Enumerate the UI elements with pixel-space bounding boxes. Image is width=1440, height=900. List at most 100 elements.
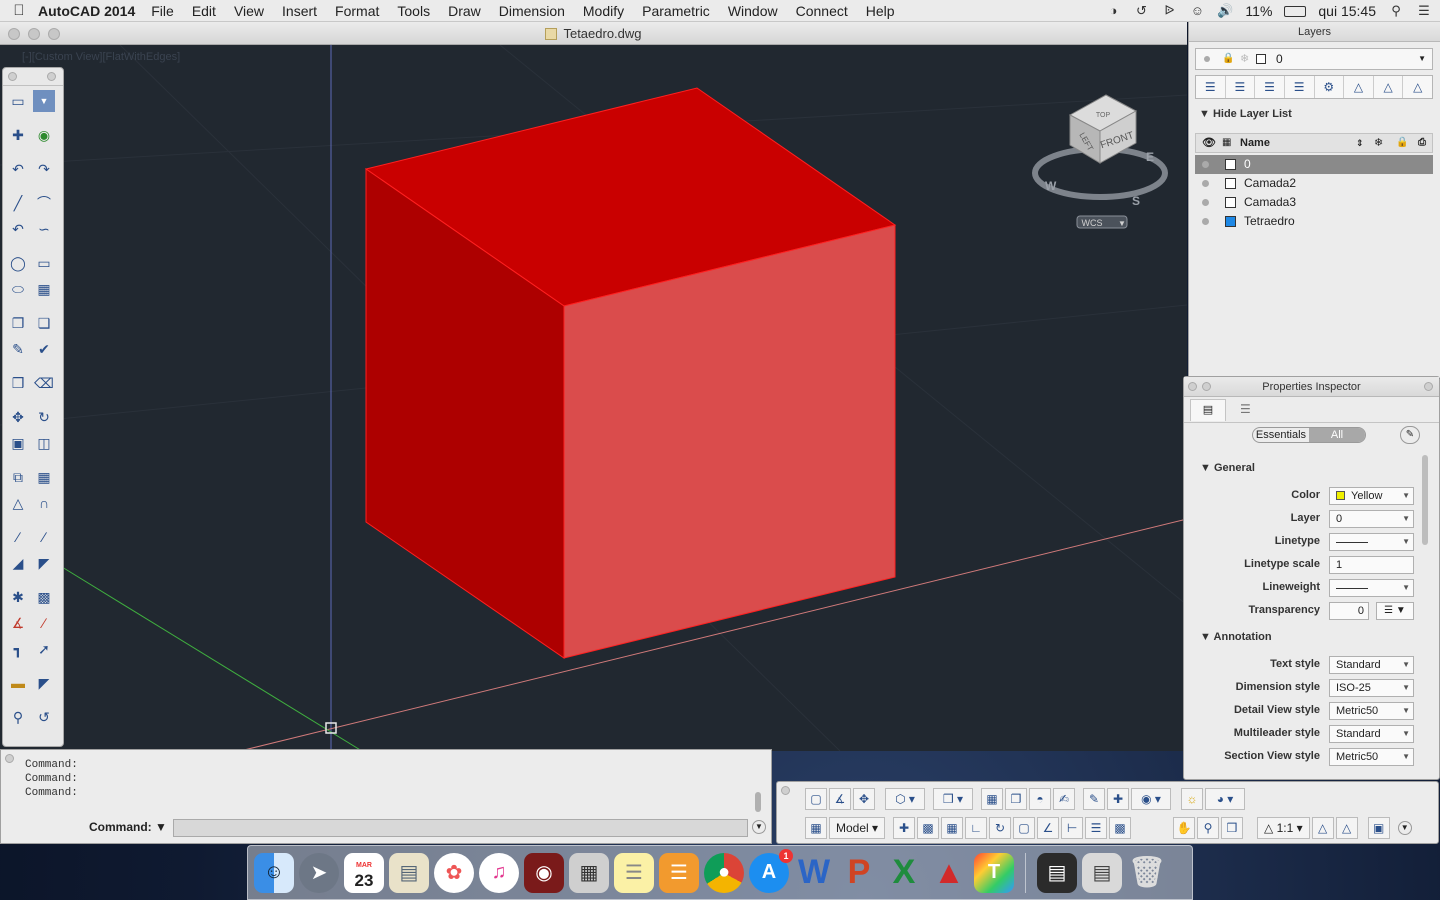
selection-mode-icon[interactable]: ▭ bbox=[7, 90, 29, 112]
detail-view-style-dropdown[interactable]: Metric50 ▼ bbox=[1329, 702, 1414, 720]
finder-icon[interactable]: ☺ bbox=[254, 852, 294, 893]
annotation-visibility-icon[interactable]: △ bbox=[1311, 817, 1334, 839]
array-icon[interactable]: ▦ bbox=[33, 466, 55, 488]
mirror-icon[interactable]: △ bbox=[7, 492, 29, 514]
3d-osnap-icon[interactable]: ∠ bbox=[1037, 817, 1060, 839]
scale-icon[interactable]: ▣ bbox=[7, 432, 29, 454]
dynamic-ucs-icon[interactable]: ⊢ bbox=[1061, 817, 1084, 839]
layer-copy-icon[interactable]: ❐ bbox=[1005, 788, 1027, 810]
shield-icon[interactable]: ◑ bbox=[1105, 4, 1121, 18]
apple-menu-icon[interactable]:  bbox=[0, 2, 38, 19]
ucs-axis-icon[interactable]: ∡ bbox=[829, 788, 851, 810]
app-menu[interactable]: AutoCAD 2014 bbox=[38, 3, 135, 19]
hide-layer-list-toggle[interactable]: ▼ Hide Layer List bbox=[1199, 108, 1292, 120]
drawing-viewport[interactable]: TOP FRONT LEFT W S E WCS ▼ [-][Custom Vi… bbox=[0, 45, 1187, 751]
command-window-expand-icon[interactable]: ▼ bbox=[752, 820, 766, 834]
lighting-icon[interactable]: ◕ ▾ bbox=[1205, 788, 1245, 810]
lock-column-icon[interactable]: 🔒 bbox=[1396, 134, 1408, 152]
photos-icon[interactable]: ✿ bbox=[434, 852, 474, 893]
panel-zoom-icon[interactable] bbox=[1424, 382, 1433, 391]
zoom-previous-icon[interactable]: ↺ bbox=[33, 706, 55, 728]
dimension-style-dropdown[interactable]: ISO-25 ▼ bbox=[1329, 679, 1414, 697]
status-more-icon[interactable]: ▼ bbox=[1397, 821, 1412, 835]
layer-row-tetraedro[interactable]: Tetraedro bbox=[1195, 212, 1433, 231]
layer-on-dot-icon[interactable] bbox=[1202, 218, 1209, 225]
3d-box-icon[interactable]: ❒ bbox=[7, 372, 29, 394]
linetype-scale-input[interactable]: 1 bbox=[1329, 556, 1414, 574]
notification-center-icon[interactable]: ☰ bbox=[1416, 4, 1432, 18]
menu-connect[interactable]: Connect bbox=[796, 3, 848, 19]
layer-color-swatch[interactable] bbox=[1225, 178, 1236, 189]
app-store-icon[interactable]: A1 bbox=[749, 848, 793, 893]
tab-properties-document-icon[interactable]: ▤ bbox=[1190, 399, 1226, 421]
line-tool-icon[interactable]: ╱ bbox=[7, 192, 29, 214]
preview-icon[interactable]: ▤ bbox=[389, 852, 429, 893]
itunes-icon[interactable]: ♫ bbox=[479, 852, 519, 893]
calendar-icon[interactable]: MAR 23 bbox=[344, 852, 384, 893]
block-icon[interactable]: ❐ bbox=[7, 312, 29, 334]
sort-chevron-icon[interactable]: ⇕ bbox=[1356, 134, 1364, 152]
powerpoint-icon[interactable]: P bbox=[839, 853, 879, 893]
layer-isolate-icon[interactable]: △ bbox=[1344, 76, 1374, 98]
zoom-window-button[interactable] bbox=[48, 28, 60, 40]
move-icon[interactable]: ✥ bbox=[7, 406, 29, 428]
measure-distance-icon[interactable]: ▬ bbox=[7, 672, 29, 694]
ellipse-tool-icon[interactable]: ⬭ bbox=[7, 278, 29, 300]
transparency-icon[interactable]: ▩ bbox=[1109, 817, 1132, 839]
chamfer-icon[interactable]: ◤ bbox=[33, 552, 55, 574]
aligned-dimension-icon[interactable]: ∕ bbox=[33, 612, 55, 634]
menu-view[interactable]: View bbox=[234, 3, 264, 19]
photo-booth-icon[interactable]: ◉ bbox=[524, 852, 564, 893]
battery-icon[interactable] bbox=[1284, 5, 1307, 17]
erase-icon[interactable]: ⌫ bbox=[33, 372, 55, 394]
transparency-options-dropdown[interactable]: ☰ ▼ bbox=[1376, 602, 1414, 620]
color-dropdown[interactable]: Yellow ▼ bbox=[1329, 487, 1414, 505]
launchpad-icon[interactable]: ➤ bbox=[299, 852, 339, 893]
view-icon[interactable]: ❒ ▾ bbox=[933, 788, 973, 810]
copy-icon[interactable]: ⧉ bbox=[7, 466, 29, 488]
segment-all[interactable]: All bbox=[1309, 428, 1365, 442]
stretch-icon[interactable]: ◫ bbox=[33, 432, 55, 454]
fullscreen-icon[interactable]: ▣ bbox=[1367, 817, 1390, 839]
visual-style-icon[interactable]: ⬡ ▾ bbox=[885, 788, 925, 810]
spotlight-search-icon[interactable]: ⚲ bbox=[1388, 4, 1404, 18]
object-snap-icon[interactable]: ▢ bbox=[1013, 817, 1036, 839]
layer-row-camada2[interactable]: Camada2 bbox=[1195, 174, 1433, 193]
chrome-icon[interactable]: ● bbox=[704, 852, 744, 893]
name-column-header[interactable]: Name bbox=[1240, 137, 1270, 149]
polyline-tool-icon[interactable]: ⌒ bbox=[33, 192, 55, 214]
trash-icon[interactable]: 🗑 bbox=[1127, 853, 1167, 893]
hatch-tool-icon[interactable]: ▦ bbox=[33, 278, 55, 300]
properties-scrollbar[interactable] bbox=[1422, 455, 1428, 545]
notes-icon[interactable]: ☰ bbox=[614, 852, 654, 893]
layer-color-swatch[interactable] bbox=[1225, 216, 1236, 227]
text-style-dropdown[interactable]: Standard ▼ bbox=[1329, 656, 1414, 674]
multileader-style-dropdown[interactable]: Standard ▼ bbox=[1329, 725, 1414, 743]
model-space-dropdown[interactable]: Model ▾ bbox=[829, 817, 886, 839]
layer-filter-icon[interactable]: ☰ bbox=[1285, 76, 1315, 98]
autocad-icon[interactable]: ▲ bbox=[929, 853, 969, 893]
layer-row-camada3[interactable]: Camada3 bbox=[1195, 193, 1433, 212]
tab-layers-stack-icon[interactable]: ☰ bbox=[1240, 399, 1251, 419]
snap-tool-icon[interactable]: ✎ bbox=[1083, 788, 1105, 810]
layer-color-swatch[interactable] bbox=[1225, 197, 1236, 208]
trim-icon[interactable]: ∕ bbox=[7, 526, 29, 548]
ortho-mode-icon[interactable]: ∟ bbox=[965, 817, 988, 839]
model-space-canvas[interactable]: TOP FRONT LEFT W S E WCS ▼ bbox=[0, 45, 1187, 751]
menu-help[interactable]: Help bbox=[866, 3, 895, 19]
layout-grid-icon[interactable]: ▦ bbox=[805, 817, 827, 839]
grid-display-icon[interactable]: ▩ bbox=[917, 817, 940, 839]
menu-edit[interactable]: Edit bbox=[192, 3, 216, 19]
pan-icon[interactable]: ✋ bbox=[1173, 817, 1196, 839]
layer-group-icon[interactable]: ☰ bbox=[1255, 76, 1285, 98]
excel-icon[interactable]: X bbox=[884, 853, 924, 893]
close-window-button[interactable] bbox=[8, 28, 20, 40]
properties-inspector-title[interactable]: Properties Inspector bbox=[1184, 377, 1439, 397]
layer-list-header[interactable]: 👁 ▦ Name ⇕ ❄ 🔒 ⎙ bbox=[1195, 133, 1433, 153]
orbit-icon[interactable]: ✥ bbox=[853, 788, 875, 810]
extend-icon[interactable]: ∕ bbox=[33, 526, 55, 548]
menu-tools[interactable]: Tools bbox=[397, 3, 430, 19]
general-section-header[interactable]: ▼ General bbox=[1200, 462, 1255, 474]
lineweight-icon[interactable]: ☰ bbox=[1085, 817, 1108, 839]
recognize-icon[interactable]: ◉ bbox=[33, 124, 55, 146]
